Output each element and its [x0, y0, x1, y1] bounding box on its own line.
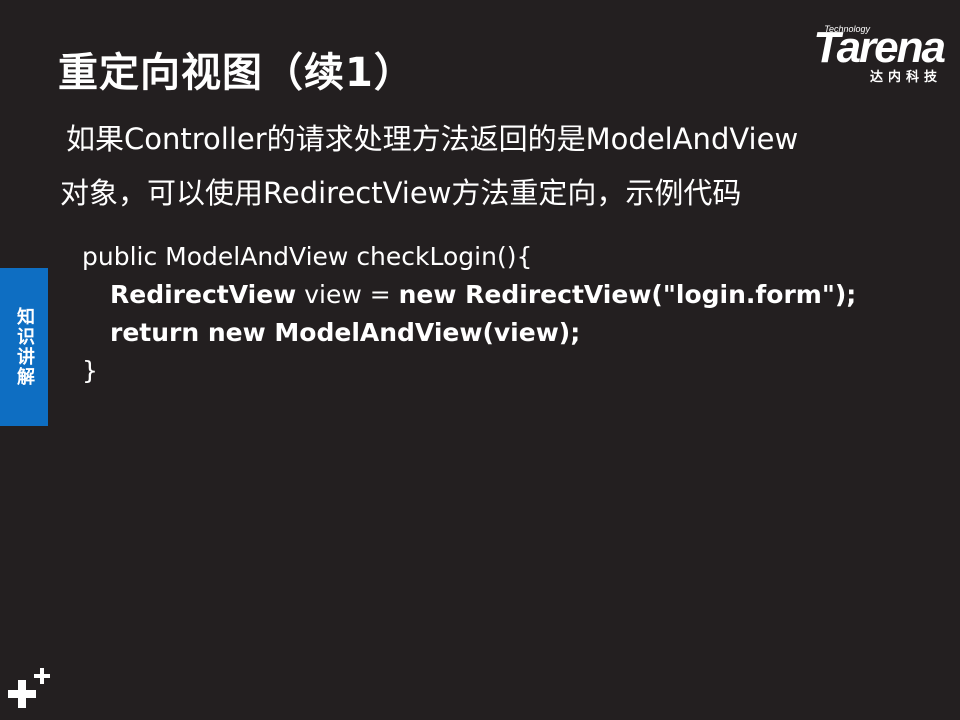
- intro-line-1: 如果Controller的请求处理方法返回的是ModelAndView: [66, 122, 799, 156]
- code-line-1: public ModelAndView checkLogin(){: [82, 242, 533, 271]
- code-line-3: return new ModelAndView(view);: [110, 318, 581, 347]
- side-tab-knowledge[interactable]: 知识讲解: [0, 268, 48, 426]
- code-line-2-var: view =: [296, 280, 399, 309]
- code-line-2-class: RedirectView: [110, 280, 297, 309]
- tarena-logo: Technology Tarena 达内科技: [774, 23, 946, 85]
- intro-text: 如果Controller的请求处理方法返回的是ModelAndView 对象，可…: [60, 112, 940, 220]
- code-line-2: RedirectView view = new RedirectView("lo…: [82, 276, 856, 314]
- plus-icon: [8, 668, 50, 708]
- slide-title: 重定向视图（续1）: [58, 50, 415, 96]
- side-tab-label: 知识讲解: [14, 307, 35, 387]
- intro-line-2: 对象，可以使用RedirectView方法重定向，示例代码: [60, 176, 742, 210]
- code-line-2-new: new RedirectView("login.form");: [398, 280, 857, 309]
- logo-chinese-text: 达内科技: [869, 70, 942, 85]
- code-sample: public ModelAndView checkLogin(){ Redire…: [82, 238, 856, 390]
- logo-wordmark: Tarena: [813, 23, 946, 72]
- code-line-4: }: [82, 356, 98, 385]
